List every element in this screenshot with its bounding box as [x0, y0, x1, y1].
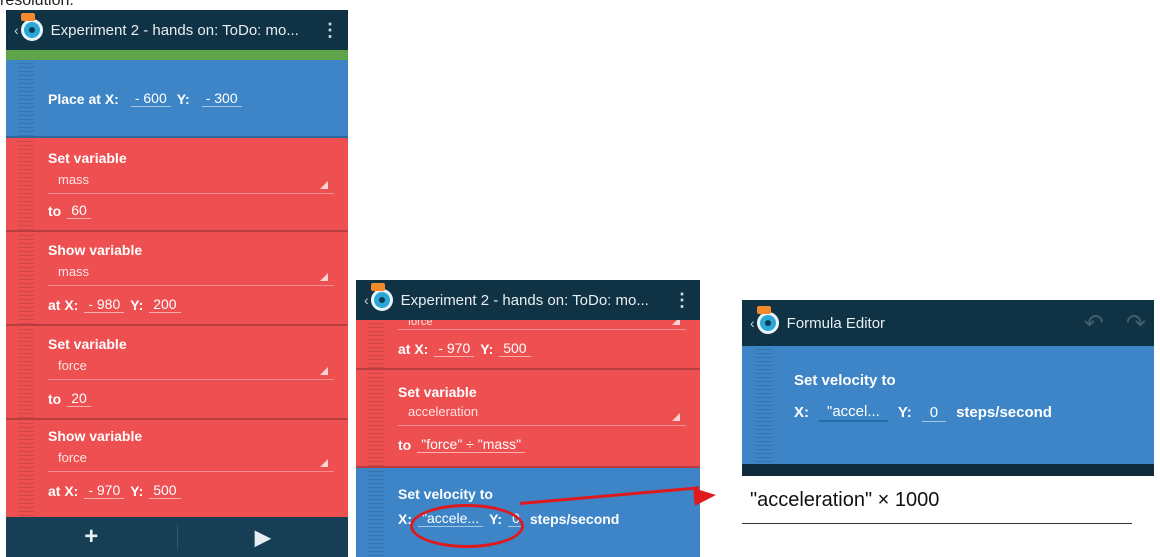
bottom-bar: + ▶ — [6, 517, 348, 557]
back-chevron-icon[interactable]: ‹ — [14, 22, 19, 38]
add-brick-button[interactable]: + — [6, 517, 177, 557]
page: resolution. ‹ Experiment 2 - hands on: T… — [0, 0, 1160, 557]
set-velocity-brick[interactable]: Set velocity to X: "accele... Y: 0 steps… — [356, 468, 700, 557]
y-field[interactable]: 500 — [499, 340, 531, 357]
variable-dropdown-value: force — [408, 320, 433, 328]
to-label: to — [48, 202, 62, 219]
to-label: to — [48, 390, 62, 407]
x-label: X: — [794, 404, 809, 421]
y-field[interactable]: 500 — [149, 482, 181, 499]
brick-title: Set variable — [398, 384, 477, 400]
screen-formula-editor: ‹ Formula Editor ↶ ↷ Set velocity to X: … — [742, 300, 1154, 476]
brick-title: Set variable — [48, 336, 127, 352]
app-logo-icon[interactable] — [370, 283, 393, 311]
show-variable-brick-mass[interactable]: Show variable mass at X: - 980 Y: 200 — [6, 232, 348, 326]
play-icon: ▶ — [255, 526, 271, 549]
drag-handle-icon[interactable] — [18, 326, 34, 418]
x-field[interactable]: - 970 — [434, 340, 475, 357]
drag-handle-icon[interactable] — [18, 60, 34, 136]
app-logo-icon[interactable] — [20, 13, 43, 41]
screen-script-editor-scrolled: ‹ Experiment 2 - hands on: ToDo: mo... ⋮… — [356, 280, 700, 557]
y-label: Y: — [480, 340, 494, 357]
at-x-label: at X: — [398, 340, 429, 357]
back-chevron-icon[interactable]: ‹ — [750, 315, 755, 331]
set-variable-brick-force[interactable]: Set variable force to 20 — [6, 326, 348, 420]
at-x-label: at X: — [48, 296, 79, 313]
annotation-arrow-head-icon — [693, 486, 717, 506]
plus-icon: + — [84, 523, 99, 550]
place-at-label: Place at X: — [48, 90, 119, 107]
to-label: to — [398, 436, 412, 453]
back-chevron-icon[interactable]: ‹ — [364, 292, 369, 308]
screen-title: Formula Editor — [786, 314, 886, 332]
place-at-brick[interactable]: Place at X: - 600 Y: - 300 — [6, 60, 348, 138]
at-x-label: at X: — [48, 482, 79, 499]
place-x-field[interactable]: - 600 — [130, 90, 171, 107]
place-y-field[interactable]: - 300 — [201, 90, 242, 107]
screen-title: Experiment 2 - hands on: ToDo: mo... — [400, 291, 649, 309]
brick-title: Set velocity to — [794, 372, 896, 389]
x-field[interactable]: - 970 — [84, 482, 125, 499]
set-variable-brick-mass[interactable]: Set variable mass to 60 — [6, 138, 348, 232]
app-logo-icon[interactable] — [756, 306, 779, 334]
drag-handle-icon[interactable] — [368, 468, 384, 557]
brick-title: Set velocity to — [398, 486, 493, 502]
overflow-menu-icon[interactable]: ⋮ — [672, 291, 692, 309]
show-variable-brick-force[interactable]: force at X: - 970 Y: 500 — [356, 320, 700, 370]
variable-dropdown[interactable]: acceleration — [398, 404, 686, 426]
action-bar: ‹ Experiment 2 - hands on: ToDo: mo... ⋮ — [6, 10, 348, 50]
brick-title: Show variable — [48, 428, 143, 444]
undo-icon[interactable]: ↶ — [1084, 309, 1104, 338]
screen-title: Experiment 2 - hands on: ToDo: mo... — [50, 21, 299, 39]
highlight-ellipse — [410, 504, 524, 548]
action-bar: ‹ Formula Editor ↶ ↷ — [742, 300, 1154, 346]
overflow-menu-icon[interactable]: ⋮ — [320, 21, 340, 39]
set-velocity-brick[interactable]: Set velocity to X: "accel... Y: 0 steps/… — [742, 346, 1154, 464]
variable-dropdown[interactable]: force — [398, 320, 686, 330]
formula-input[interactable]: "acceleration" × 1000 — [742, 478, 1132, 524]
y-label: Y: — [897, 404, 912, 421]
variable-dropdown-value: force — [58, 450, 87, 465]
variable-dropdown-value: force — [58, 358, 87, 373]
caption-fragment: resolution. — [0, 0, 74, 9]
drag-handle-icon[interactable] — [368, 370, 384, 466]
drag-handle-icon[interactable] — [18, 232, 34, 324]
value-field[interactable]: 60 — [67, 202, 91, 219]
variable-dropdown-value: mass — [58, 264, 90, 279]
y-label: Y: — [130, 296, 144, 313]
variable-dropdown-value: mass — [58, 172, 90, 187]
y-field[interactable]: 200 — [149, 296, 181, 313]
brick-title: Set variable — [48, 150, 127, 166]
variable-dropdown[interactable]: mass — [48, 172, 334, 194]
x-field[interactable]: - 980 — [84, 296, 125, 313]
play-button[interactable]: ▶ — [178, 517, 349, 557]
drag-handle-icon[interactable] — [18, 138, 34, 230]
formula-field[interactable]: "force" ÷ "mass" — [417, 436, 526, 453]
place-y-label: Y: — [176, 90, 190, 107]
action-bar: ‹ Experiment 2 - hands on: ToDo: mo... ⋮ — [356, 280, 700, 320]
unit-label: steps/second — [529, 510, 620, 527]
unit-label: steps/second — [956, 404, 1052, 421]
previous-brick-edge — [6, 50, 348, 60]
value-field[interactable]: 20 — [67, 390, 91, 407]
drag-handle-icon[interactable] — [756, 346, 772, 464]
variable-dropdown[interactable]: mass — [48, 264, 334, 286]
set-variable-brick-acceleration[interactable]: Set variable acceleration to "force" ÷ "… — [356, 370, 700, 468]
velocity-y-field[interactable]: 0 — [921, 404, 947, 422]
y-label: Y: — [130, 482, 144, 499]
brick-title: Show variable — [48, 242, 143, 258]
screen-script-editor: ‹ Experiment 2 - hands on: ToDo: mo... ⋮… — [6, 10, 348, 557]
variable-dropdown[interactable]: force — [48, 358, 334, 380]
redo-icon[interactable]: ↷ — [1126, 309, 1146, 338]
variable-dropdown[interactable]: force — [48, 450, 334, 472]
variable-dropdown-value: acceleration — [408, 404, 479, 419]
drag-handle-icon[interactable] — [368, 320, 384, 368]
velocity-x-field[interactable]: "accel... — [819, 403, 888, 422]
